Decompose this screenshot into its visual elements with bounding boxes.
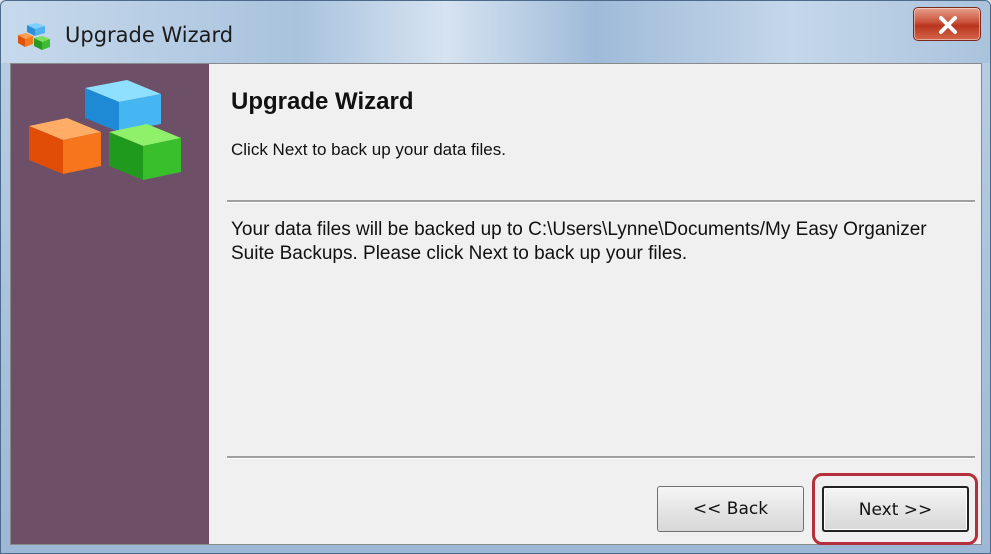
window-title: Upgrade Wizard [65, 23, 234, 47]
colored-blocks-icon [17, 23, 51, 51]
wizard-body-text: Your data files will be backed up to C:\… [231, 219, 927, 264]
close-button[interactable] [913, 7, 981, 41]
bottom-divider [227, 456, 975, 459]
wizard-client-area: Upgrade Wizard Click Next to back up you… [10, 63, 982, 545]
top-divider [227, 200, 975, 203]
back-button[interactable]: << Back [657, 486, 804, 532]
title-bar[interactable]: Upgrade Wizard [1, 1, 990, 63]
close-x-icon [939, 16, 957, 34]
upgrade-wizard-window: Upgrade Wizard Upgrade Wizard Click Next… [0, 0, 991, 554]
wizard-sidebar [11, 64, 209, 544]
colored-blocks-logo [29, 80, 181, 180]
next-button-highlight [812, 473, 978, 545]
wizard-subheading: Click Next to back up your data files. [231, 140, 506, 159]
wizard-heading: Upgrade Wizard [231, 88, 414, 115]
